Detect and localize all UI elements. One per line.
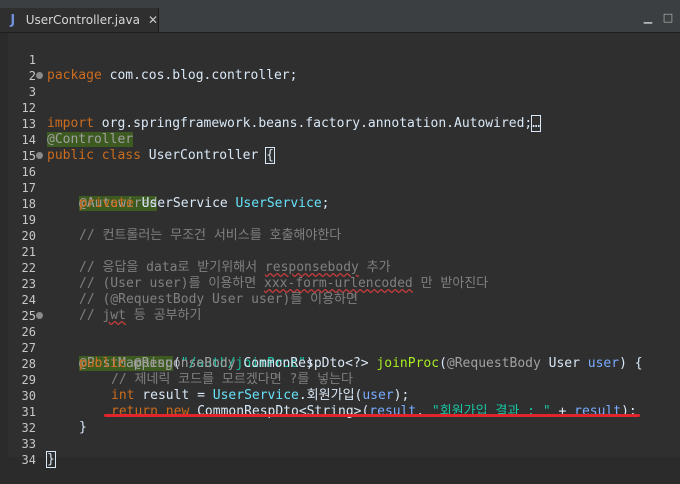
code-line: 2: [0, 52, 680, 83]
eclipse-editor-window: J UserController.java ✕ ▁ □ 1 package co…: [0, 0, 680, 468]
code-line: 14 public class UserController {: [0, 116, 680, 164]
fold-toggle-icon[interactable]: [36, 152, 43, 159]
code-line: 23 // (@RequestBody User user)를 이용하면: [0, 260, 680, 307]
maximize-icon[interactable]: □: [662, 12, 674, 24]
tab-title: UserController.java: [25, 13, 140, 27]
code-line: 17 private UserService UserService;: [0, 164, 680, 211]
fold-toggle-icon[interactable]: [36, 72, 43, 79]
code-line: 20: [0, 212, 680, 243]
minimize-icon[interactable]: ▁: [642, 12, 654, 24]
code-line: 3 import org.springframework.beans.facto…: [0, 68, 680, 132]
code-line: 30 return new CommonRespDto<String>(resu…: [0, 372, 680, 419]
code-line: 32: [0, 404, 680, 435]
code-line: 1 package com.cos.blog.controller;: [0, 36, 680, 83]
code-line: 27 public @ResponseBody CommonRespDto<?>…: [0, 324, 680, 371]
close-tab-icon[interactable]: ✕: [148, 13, 158, 27]
code-line: 18: [0, 180, 680, 211]
code-line: 13 @Controller: [0, 100, 680, 147]
code-line: 31 }: [0, 388, 680, 435]
editor-tab-bar: J UserController.java ✕ ▁ □: [0, 8, 680, 33]
code-line: 25: [0, 292, 680, 323]
code-line: 34: [0, 436, 680, 467]
red-underline-annotation: [104, 414, 640, 417]
code-line: 21 // 응답을 data로 받기위해서 responsebody 추가: [0, 228, 680, 275]
editor-controls: ▁ □: [642, 12, 674, 24]
fold-toggle-icon[interactable]: [36, 312, 43, 319]
code-line: 33 }: [0, 420, 680, 468]
code-line: 22 // (User user)를 이용하면 xxx-form-urlenco…: [0, 244, 680, 291]
code-line: 16 @Autowired: [0, 148, 680, 211]
top-toolbar: [0, 0, 680, 8]
line-number: 34: [21, 453, 36, 467]
java-file-icon: J: [10, 12, 16, 28]
code-line: 26 @PostMapping("/auth/joinProc"): [0, 308, 680, 371]
code-line: 24 // jwt 등 공부하기: [0, 276, 680, 323]
code-line: 12: [0, 84, 680, 115]
code-line: 28 // 제네릭 코드를 모르겠다면 ?를 넣는다: [0, 340, 680, 387]
code-line: 19 // 컨트롤러는 무조건 서비스를 호출해야한다: [0, 196, 680, 243]
tab-usercontroller[interactable]: J UserController.java ✕: [0, 8, 159, 32]
code-line: 29 int result = UserService.회원가입(user);: [0, 356, 680, 403]
code-editor[interactable]: 1 package com.cos.blog.controller; 2 3 i…: [0, 33, 680, 468]
code-line: 15: [0, 132, 680, 163]
